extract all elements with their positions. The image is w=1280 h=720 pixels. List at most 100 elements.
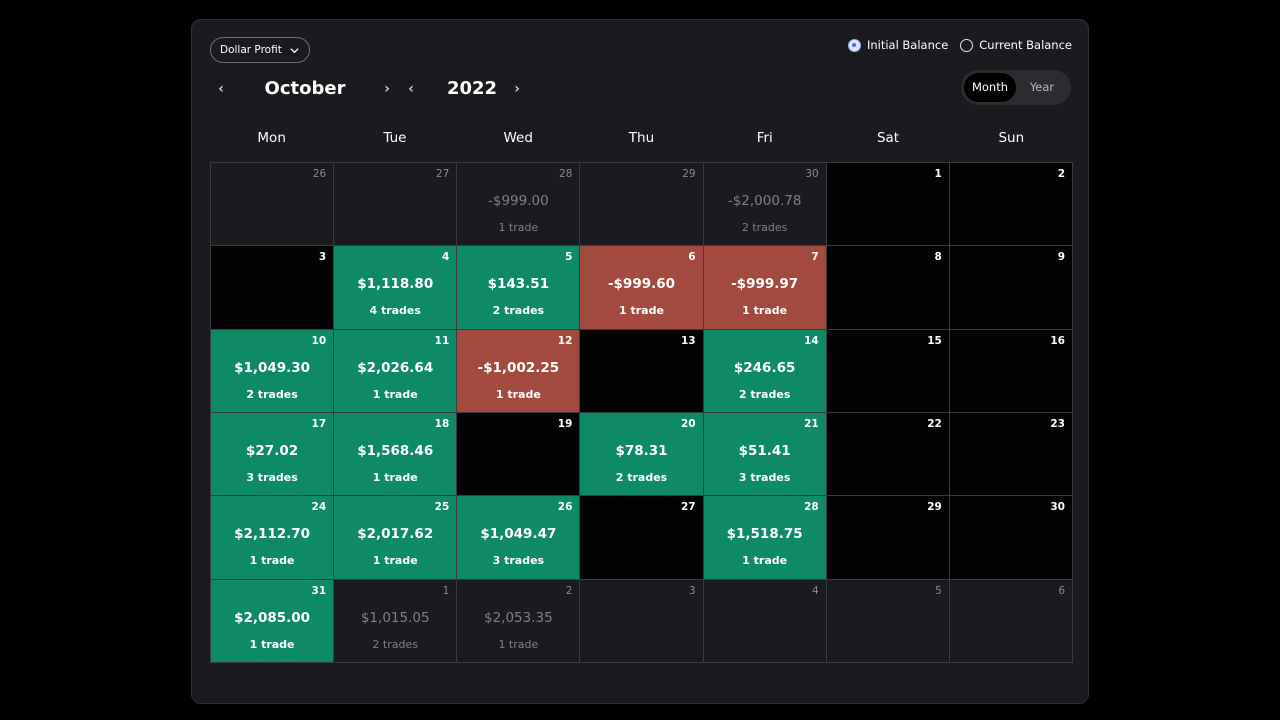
day-number: 31 <box>311 584 327 597</box>
day-number: 11 <box>434 334 450 347</box>
calendar-day-cell[interactable]: 24 $2,112.70 1 trade <box>211 496 335 580</box>
radio-checked-icon[interactable] <box>847 38 861 52</box>
day-number: 22 <box>927 418 942 430</box>
calendar-day-cell[interactable]: 20 $78.31 2 trades <box>580 413 704 497</box>
next-year-button[interactable]: › <box>506 74 528 104</box>
day-pnl-value: $2,017.62 <box>357 526 434 543</box>
calendar-day-cell[interactable]: 29 <box>580 163 704 247</box>
day-pnl-value: -$999.97 <box>731 276 799 293</box>
chevron-right-icon: › <box>514 81 520 97</box>
day-number: 15 <box>927 334 942 347</box>
calendar-day-cell[interactable]: 28 $1,518.75 1 trade <box>703 496 827 580</box>
calendar-day-cell[interactable]: 16 <box>949 329 1073 413</box>
calendar-day-cell[interactable]: 15 <box>826 329 950 413</box>
day-number: 17 <box>311 418 327 430</box>
calendar-day-cell[interactable]: 18 $1,568.46 1 trade <box>334 413 458 497</box>
prev-month-button[interactable]: ‹ <box>210 74 232 104</box>
calendar-day-cell[interactable]: 2 <box>949 163 1073 247</box>
day-pnl-value: $246.65 <box>733 359 796 376</box>
calendar-day-cell[interactable]: 19 <box>457 413 581 497</box>
calendar-day-cell[interactable]: 28 -$999.00 1 trade <box>457 163 581 247</box>
calendar-day-cell[interactable]: 6 -$999.60 1 trade <box>580 246 704 330</box>
day-trade-count: 2 trades <box>492 304 545 318</box>
calendar-day-cell[interactable]: 13 <box>580 329 704 413</box>
calendar-day-cell[interactable]: 11 $2,026.64 1 trade <box>334 329 458 413</box>
prev-year-button[interactable]: ‹ <box>400 74 422 104</box>
day-number: 4 <box>441 251 450 264</box>
day-pnl-value: $1,518.75 <box>726 526 803 543</box>
day-number: 16 <box>1050 334 1065 347</box>
metric-dropdown-label: Dollar Profit <box>220 44 282 56</box>
weekday-label: Thu <box>628 130 655 146</box>
day-number: 28 <box>559 168 573 180</box>
calendar-day-cell[interactable]: 2 $2,053.35 1 trade <box>457 579 581 663</box>
day-trade-count: 1 trade <box>498 221 539 234</box>
calendar-day-cell[interactable]: 14 $246.65 2 trades <box>703 329 827 413</box>
day-number: 26 <box>557 501 573 514</box>
calendar-day-cell[interactable]: 27 <box>334 163 458 247</box>
calendar-day-cell[interactable]: 7 -$999.97 1 trade <box>703 246 827 330</box>
next-month-button[interactable]: › <box>376 74 398 104</box>
day-number: 12 <box>557 334 573 347</box>
weekday-header: Mon Tue Wed Thu Fri Sat Sun <box>210 130 1073 150</box>
calendar-day-cell[interactable]: 8 <box>826 246 950 330</box>
calendar-day-cell[interactable]: 27 <box>580 496 704 580</box>
calendar-day-cell[interactable]: 31 $2,085.00 1 trade <box>211 579 335 663</box>
day-number: 24 <box>311 501 327 514</box>
day-trade-count: 2 trades <box>741 221 788 234</box>
calendar-day-cell[interactable]: 1 <box>826 163 950 247</box>
day-pnl-value: $1,118.80 <box>357 276 434 293</box>
current-balance-option[interactable]: Current Balance <box>960 38 1072 52</box>
calendar-day-cell[interactable]: 3 <box>211 246 335 330</box>
calendar-day-cell[interactable]: 23 <box>949 413 1073 497</box>
calendar-day-cell[interactable]: 25 $2,017.62 1 trade <box>334 496 458 580</box>
calendar-day-cell[interactable]: 26 <box>211 163 335 247</box>
calendar-day-cell[interactable]: 22 <box>826 413 950 497</box>
calendar-day-cell[interactable]: 21 $51.41 3 trades <box>703 413 827 497</box>
day-pnl-value: -$999.60 <box>607 276 676 293</box>
initial-balance-option[interactable]: Initial Balance <box>847 38 948 52</box>
weekday-label: Fri <box>756 130 773 146</box>
day-number: 9 <box>1057 251 1065 264</box>
day-number: 25 <box>434 501 450 514</box>
calendar-day-cell[interactable]: 12 -$1,002.25 1 trade <box>457 329 581 413</box>
day-number: 19 <box>557 418 573 430</box>
calendar-day-cell[interactable]: 3 <box>580 579 704 663</box>
calendar-day-cell[interactable]: 4 $1,118.80 4 trades <box>334 246 458 330</box>
month-view-button[interactable]: Month <box>964 73 1016 102</box>
day-trade-count: 4 trades <box>369 304 421 318</box>
day-trade-count: 1 trade <box>742 304 788 318</box>
calendar-day-cell[interactable]: 5 $143.51 2 trades <box>457 246 581 330</box>
day-number: 30 <box>1050 501 1065 514</box>
day-number: 26 <box>312 168 327 180</box>
day-trade-count: 1 trade <box>372 387 418 401</box>
day-number: 5 <box>935 584 942 597</box>
day-pnl-value: $51.41 <box>738 443 791 459</box>
chevron-left-icon: ‹ <box>408 81 414 97</box>
calendar-day-cell[interactable]: 1 $1,015.05 2 trades <box>334 579 458 663</box>
day-number: 2 <box>1057 168 1065 180</box>
current-balance-label: Current Balance <box>979 38 1072 52</box>
day-pnl-value: $1,015.05 <box>360 609 430 626</box>
calendar-day-cell[interactable]: 30 <box>949 496 1073 580</box>
calendar-day-cell[interactable]: 9 <box>949 246 1073 330</box>
calendar-day-cell[interactable]: 10 $1,049.30 2 trades <box>211 329 335 413</box>
day-number: 21 <box>804 418 819 430</box>
radio-unchecked-icon[interactable] <box>960 38 974 52</box>
metric-dropdown[interactable]: Dollar Profit <box>210 37 310 63</box>
day-pnl-value: $78.31 <box>615 443 668 459</box>
calendar-day-cell[interactable]: 4 <box>703 579 827 663</box>
day-number: 7 <box>811 251 819 264</box>
weekday-label: Mon <box>257 130 286 146</box>
calendar-day-cell[interactable]: 5 <box>826 579 950 663</box>
calendar-day-cell[interactable]: 17 $27.02 3 trades <box>211 413 335 497</box>
calendar-day-cell[interactable]: 26 $1,049.47 3 trades <box>457 496 581 580</box>
weekday-label: Wed <box>503 130 533 146</box>
calendar-day-cell[interactable]: 29 <box>826 496 950 580</box>
day-trade-count: 2 trades <box>246 387 298 401</box>
calendar-day-cell[interactable]: 30 -$2,000.78 2 trades <box>703 163 827 247</box>
day-number: 27 <box>435 168 450 180</box>
calendar-day-cell[interactable]: 6 <box>949 579 1073 663</box>
day-number: 29 <box>927 501 942 514</box>
year-view-button[interactable]: Year <box>1016 73 1068 102</box>
